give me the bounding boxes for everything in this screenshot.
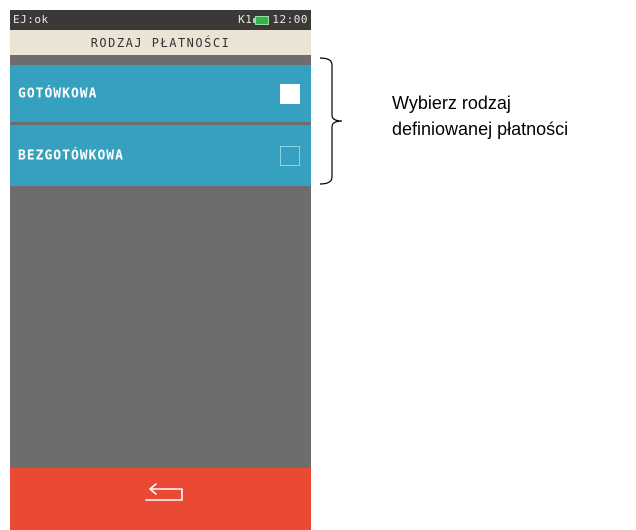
- annotation-line-2: definiowanej płatności: [392, 119, 569, 139]
- back-arrow-icon[interactable]: [142, 482, 184, 506]
- option-cash-label: GOTÓWKOWA: [18, 86, 98, 101]
- option-cash-checkbox[interactable]: [280, 83, 300, 104]
- device-screen: EJ:ok K1 12:00 RODZAJ PŁATNOŚCI GOTÓWKOW…: [10, 10, 311, 530]
- annotation-bracket: [319, 57, 343, 185]
- annotation-line-1: Wybierz rodzaj: [392, 93, 511, 113]
- option-cash[interactable]: GOTÓWKOWA: [10, 65, 311, 122]
- clock: 12:00: [272, 13, 308, 26]
- option-cashless-label: BEZGOTÓWKOWA: [18, 148, 124, 163]
- ej-status: EJ:ok: [13, 13, 49, 26]
- option-cashless-checkbox[interactable]: [280, 145, 300, 166]
- annotation-text: Wybierz rodzaj definiowanej płatności: [392, 90, 568, 142]
- battery-icon: [253, 15, 270, 25]
- status-right: K1 12:00: [238, 10, 308, 30]
- page-title: RODZAJ PŁATNOŚCI: [10, 30, 311, 55]
- footer-bar: [10, 468, 311, 530]
- channel-indicator: K1: [238, 13, 253, 26]
- option-cashless[interactable]: BEZGOTÓWKOWA: [10, 125, 311, 186]
- status-bar: EJ:ok K1 12:00: [10, 10, 311, 30]
